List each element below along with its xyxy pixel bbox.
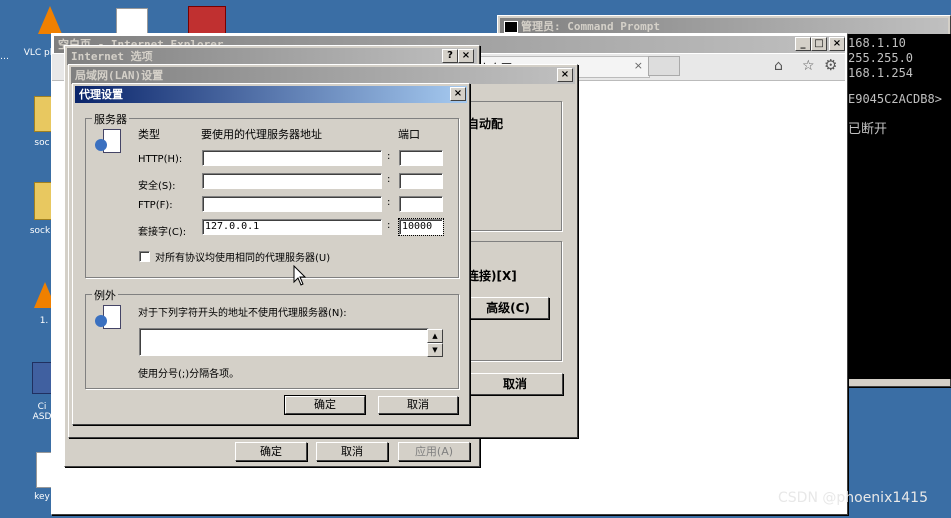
cmd-line: 255.255.0	[848, 51, 914, 65]
favorites-icon[interactable]: ☆	[802, 58, 815, 74]
watermark: CSDN @phoenix1415	[778, 490, 928, 506]
minimize-button[interactable]: _	[795, 37, 811, 51]
close-button[interactable]: ×	[458, 49, 474, 63]
secure-port-input[interactable]	[399, 173, 443, 189]
ftp-port-input[interactable]	[399, 196, 443, 212]
port-separator: :	[387, 220, 391, 231]
same-proxy-checkbox[interactable]	[139, 251, 150, 262]
http-label: HTTP(H):	[138, 154, 183, 165]
cmd-line: E9045C2ACDB8>	[848, 92, 942, 106]
cmd-title: 管理员: Command Prompt	[521, 20, 660, 33]
socks-port-input[interactable]: 10000	[398, 218, 444, 236]
close-button[interactable]: ×	[829, 37, 845, 51]
maximize-button[interactable]: □	[811, 37, 827, 51]
gear-icon[interactable]: ⚙	[824, 56, 837, 74]
proxy-settings-dialog[interactable]: 代理设置 × 服务器 类型 要使用的代理服务器地址 端口 HTTP(H): : …	[72, 83, 470, 425]
ftp-label: FTP(F):	[138, 200, 173, 211]
network-computer-icon	[95, 305, 123, 331]
cmd-line: 168.1.10	[848, 36, 906, 50]
servers-group-label: 服务器	[92, 111, 129, 127]
cmd-line: 168.1.254	[848, 66, 914, 80]
port-separator: :	[387, 151, 391, 162]
network-computer-icon	[95, 129, 123, 155]
internet-options-title: Internet 选项	[71, 50, 153, 63]
cmd-line: 已断开	[848, 122, 888, 137]
exceptions-hint: 使用分号(;)分隔各项。	[138, 369, 240, 380]
advanced-button[interactable]: 高级(C)	[467, 297, 549, 319]
http-port-input[interactable]	[399, 150, 443, 166]
secure-label: 安全(S):	[138, 181, 176, 192]
lan-settings-titlebar[interactable]: 局域网(LAN)设置	[71, 67, 575, 84]
exceptions-label: 对于下列字符开头的地址不使用代理服务器(N):	[138, 308, 347, 319]
lan-settings-title: 局域网(LAN)设置	[75, 69, 164, 82]
new-tab-button[interactable]	[648, 56, 680, 76]
exceptions-group-label: 例外	[92, 287, 118, 303]
cancel-button[interactable]: 取消	[378, 396, 458, 414]
cancel-button[interactable]: 取消	[316, 442, 388, 461]
socks-label: 套接字(C):	[138, 227, 187, 238]
col-type-header: 类型	[138, 128, 160, 141]
cancel-button[interactable]: 取消	[467, 373, 563, 395]
close-icon[interactable]: ×	[634, 59, 643, 72]
connection-label: 连接)[X]	[467, 269, 517, 283]
col-address-header: 要使用的代理服务器地址	[201, 128, 322, 141]
cmd-icon	[504, 21, 518, 33]
proxy-settings-titlebar[interactable]: 代理设置	[75, 86, 467, 103]
proxy-settings-title: 代理设置	[79, 88, 123, 101]
secure-address-input[interactable]	[202, 173, 382, 189]
port-separator: :	[387, 174, 391, 185]
http-address-input[interactable]	[202, 150, 382, 166]
vlc-icon[interactable]	[38, 6, 62, 34]
exceptions-textarea[interactable]	[139, 328, 429, 356]
ok-button[interactable]: 确定	[284, 395, 366, 415]
home-icon[interactable]: ⌂	[774, 58, 783, 74]
close-button[interactable]: ×	[450, 87, 466, 101]
same-proxy-label: 对所有协议均使用相同的代理服务器(U)	[155, 253, 331, 264]
ftp-address-input[interactable]	[202, 196, 382, 212]
socks-address-input[interactable]: 127.0.0.1	[202, 219, 382, 235]
ok-button[interactable]: 确定	[235, 442, 307, 461]
internet-options-titlebar[interactable]: Internet 选项	[67, 48, 477, 65]
cmd-console[interactable]: 168.1.10 255.255.0 168.1.254 E9045C2ACDB…	[846, 34, 951, 379]
port-separator: :	[387, 197, 391, 208]
col-port-header: 端口	[398, 128, 420, 141]
close-button[interactable]: ×	[557, 68, 573, 82]
scroll-down-button[interactable]: ▼	[427, 343, 443, 357]
auto-config-label: 自动配	[467, 117, 504, 131]
apply-button[interactable]: 应用(A)	[398, 442, 470, 461]
help-button[interactable]: ?	[442, 49, 458, 63]
mouse-cursor-icon	[293, 265, 307, 286]
scroll-up-button[interactable]: ▲	[427, 329, 443, 343]
desktop-ellipsis: …	[0, 52, 9, 62]
